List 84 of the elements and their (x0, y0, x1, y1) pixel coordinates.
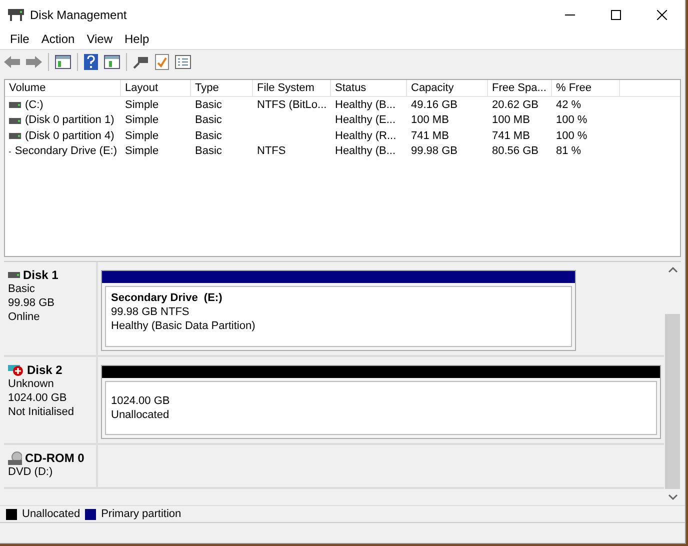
table-cell: Secondary Drive (E:) (14, 144, 117, 159)
connect-button[interactable] (133, 54, 149, 69)
checklist-button[interactable] (155, 54, 169, 70)
cd-drive-icon (8, 450, 22, 465)
table-cell: Basic (195, 113, 222, 128)
table-cell: (Disk 0 partition 1) (25, 113, 114, 128)
drive-icon (9, 102, 21, 108)
table-cell: 49.16 GB (411, 98, 458, 112)
column-header[interactable]: Volume (5, 80, 121, 96)
disk-detail: 99.98 GB (8, 296, 56, 310)
table-cell: 100 MB (411, 113, 449, 128)
drive-error-icon (8, 364, 24, 376)
table-cell: 81 % (556, 144, 582, 159)
console-tree-button[interactable] (55, 54, 71, 69)
disk-info-panel[interactable]: Disk 1 Basic 99.98 GB Online (4, 262, 98, 355)
menu-item[interactable]: Action (35, 30, 81, 48)
partition-block[interactable]: Secondary Drive (E:) 99.98 GB NTFS Healthy (Basic Data Partition) (101, 270, 576, 351)
table-cell: (Disk 0 partition 4) (25, 128, 114, 144)
legend-label: Unallocated (22, 506, 80, 522)
menu-item[interactable]: View (80, 30, 118, 48)
back-button[interactable] (4, 56, 20, 68)
disk-detail: Basic (8, 282, 36, 296)
table-cell: 80.56 GB (492, 144, 538, 159)
table-cell: Simple (125, 128, 159, 144)
action-pane-button[interactable] (104, 54, 120, 69)
partition-detail: Unallocated (111, 408, 170, 422)
drive-icon (9, 133, 21, 139)
maximize-icon[interactable] (611, 10, 621, 20)
window-title: Disk Management (30, 7, 127, 24)
partition-detail: 1024.00 GB (111, 394, 171, 408)
table-cell: Simple (125, 113, 159, 128)
table-cell: Basic (195, 128, 222, 144)
column-header[interactable]: File System (253, 80, 331, 96)
drive-icon (8, 272, 20, 278)
menu-item[interactable]: File (4, 30, 36, 48)
column-header[interactable]: Layout (121, 80, 191, 96)
column-header[interactable]: Status (331, 80, 407, 96)
app-icon (8, 9, 24, 21)
column-header[interactable]: Free Spa... (488, 80, 552, 96)
properties-button[interactable] (175, 54, 191, 69)
legend-label: Primary partition (101, 506, 182, 522)
table-cell: 100 % (556, 113, 588, 128)
table-cell: (C:) (25, 98, 44, 112)
table-cell: Healthy (B... (335, 98, 396, 112)
disk-detail: Online (8, 310, 41, 324)
table-cell: NTFS (BitLo... (257, 98, 327, 112)
table-cell: 741 MB (411, 128, 449, 144)
partition-detail: Healthy (Basic Data Partition) (111, 318, 256, 333)
partition-block[interactable]: 1024.00 GB Unallocated (101, 364, 661, 439)
disk-detail: Not Initialised (8, 404, 76, 419)
column-header[interactable]: Capacity (407, 80, 488, 96)
partition-detail: 99.98 GB NTFS (111, 304, 190, 319)
table-cell: NTFS (257, 144, 286, 159)
drive-icon (9, 118, 21, 124)
partition-title: Secondary Drive (E:) (111, 290, 224, 305)
table-cell: 100 MB (492, 113, 530, 128)
disk-name: CD-ROM 0 (25, 450, 84, 465)
table-cell: Basic (195, 98, 222, 112)
table-cell: Healthy (E... (335, 113, 396, 128)
scrollbar-thumb[interactable] (665, 314, 680, 489)
disk-detail: Unknown (8, 376, 55, 391)
table-cell: 741 MB (492, 128, 530, 144)
forward-button[interactable] (26, 56, 42, 68)
table-cell: Healthy (R... (335, 128, 396, 144)
table-cell: Healthy (B... (335, 144, 396, 159)
close-icon[interactable] (657, 10, 667, 20)
minimize-icon[interactable] (565, 14, 575, 16)
disk-name: Disk 1 (23, 268, 58, 282)
table-cell: 20.62 GB (492, 98, 538, 112)
table-cell: 100 % (556, 128, 588, 144)
menu-item[interactable]: Help (118, 30, 156, 48)
table-cell: Simple (125, 144, 159, 159)
disk-info-panel[interactable]: CD-ROM 0 DVD (D:) (4, 444, 98, 487)
table-cell: Basic (195, 144, 222, 159)
column-header[interactable]: % Free (552, 80, 620, 96)
disk-name: Disk 2 (27, 362, 62, 377)
table-cell: Simple (125, 98, 159, 112)
column-header[interactable]: Type (191, 80, 253, 96)
disk-detail: DVD (D:) (8, 464, 54, 479)
disk-info-panel[interactable]: Disk 2 Unknown 1024.00 GB Not Initialised (4, 356, 98, 443)
table-cell: 99.98 GB (411, 144, 458, 159)
help-button[interactable] (84, 54, 98, 70)
disk-detail: 1024.00 GB (8, 390, 68, 405)
table-cell: 42 % (556, 98, 582, 112)
